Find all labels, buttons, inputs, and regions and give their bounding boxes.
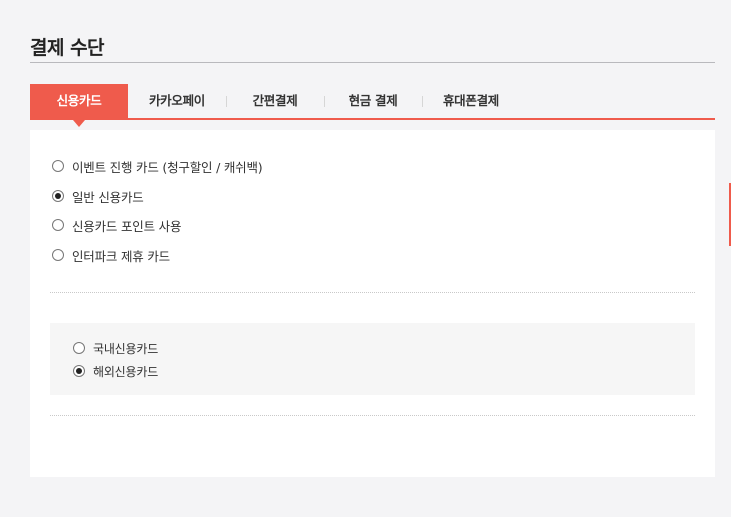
card-option-general[interactable]: 일반 신용카드 bbox=[52, 187, 144, 205]
radio-button[interactable] bbox=[52, 249, 64, 261]
radio-button[interactable] bbox=[52, 219, 64, 231]
card-region-box: 국내신용카드 해외신용카드 bbox=[50, 323, 695, 395]
card-option-partner[interactable]: 인터파크 제휴 카드 bbox=[52, 246, 170, 264]
tab-label: 카카오페이 bbox=[148, 93, 205, 108]
option-label: 인터파크 제휴 카드 bbox=[72, 248, 170, 264]
region-option-overseas[interactable]: 해외신용카드 bbox=[73, 362, 158, 380]
tab-label: 간편결제 bbox=[252, 93, 298, 108]
option-label: 이벤트 진행 카드 (청구할인 / 캐쉬백) bbox=[72, 159, 263, 175]
radio-button[interactable] bbox=[73, 342, 85, 354]
payment-panel: 이벤트 진행 카드 (청구할인 / 캐쉬백) 일반 신용카드 신용카드 포인트 … bbox=[30, 130, 715, 477]
active-tab-caret bbox=[73, 120, 85, 127]
card-option-event[interactable]: 이벤트 진행 카드 (청구할인 / 캐쉬백) bbox=[52, 157, 263, 175]
radio-button[interactable] bbox=[73, 365, 85, 377]
section-divider bbox=[50, 292, 695, 293]
section-divider bbox=[50, 415, 695, 416]
tab-simple-pay[interactable]: 간편결제 bbox=[226, 84, 324, 118]
payment-tabs: 신용카드 카카오페이 간편결제 현금 결제 휴대폰결제 bbox=[30, 84, 715, 127]
option-label: 국내신용카드 bbox=[93, 341, 159, 356]
tab-cash[interactable]: 현금 결제 bbox=[324, 84, 422, 118]
tab-credit-card[interactable]: 신용카드 bbox=[30, 84, 128, 127]
tab-kakaopay[interactable]: 카카오페이 bbox=[128, 84, 226, 118]
region-option-domestic[interactable]: 국내신용카드 bbox=[73, 339, 158, 357]
option-label: 해외신용카드 bbox=[93, 364, 159, 379]
tab-mobile[interactable]: 휴대폰결제 bbox=[422, 84, 520, 118]
page-title: 결제 수단 bbox=[30, 37, 105, 59]
title-divider bbox=[30, 62, 715, 63]
option-label: 신용카드 포인트 사용 bbox=[72, 218, 182, 234]
option-label: 일반 신용카드 bbox=[72, 189, 144, 205]
radio-button[interactable] bbox=[52, 160, 64, 172]
tab-label: 휴대폰결제 bbox=[442, 93, 499, 108]
tab-label: 신용카드 bbox=[56, 93, 102, 108]
card-option-points[interactable]: 신용카드 포인트 사용 bbox=[52, 216, 181, 234]
radio-button[interactable] bbox=[52, 190, 64, 202]
tab-label: 현금 결제 bbox=[348, 93, 398, 108]
